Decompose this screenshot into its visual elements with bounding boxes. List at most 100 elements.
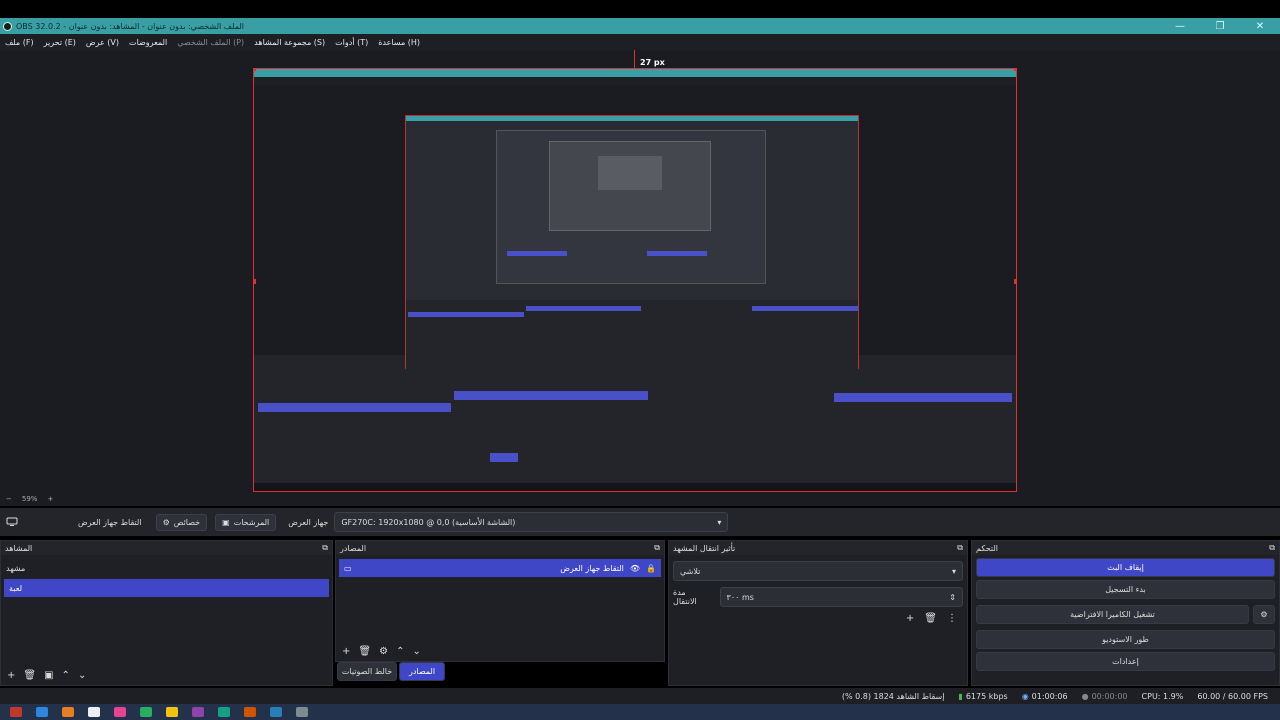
eye-icon[interactable]: 👁 — [630, 564, 640, 573]
undock-icon[interactable]: ⧉ — [654, 543, 660, 553]
scene-item-selected[interactable]: لعبة — [4, 579, 329, 597]
resize-handle[interactable] — [1014, 279, 1016, 284]
app-icon[interactable] — [62, 707, 74, 717]
move-up-icon[interactable]: ⌃ — [62, 670, 70, 681]
virtual-cam-settings-button[interactable]: ⚙ — [1253, 605, 1275, 624]
app-icon[interactable] — [140, 707, 152, 717]
app-icon[interactable] — [166, 707, 178, 717]
undock-icon[interactable]: ⧉ — [1269, 543, 1275, 553]
stop-stream-button[interactable]: إيقاف البث — [976, 558, 1275, 577]
record-timer: ● 00:00:00 — [1082, 692, 1128, 701]
bitrate-indicator: ▮ 6175 kbps — [958, 692, 1007, 701]
menu-scene-collection[interactable]: مجموعة المشاهد (S) — [254, 38, 325, 47]
signal-icon: ▮ — [958, 691, 963, 701]
menu-view[interactable]: عرض (V) — [86, 38, 119, 47]
move-down-icon[interactable]: ⌄ — [412, 646, 420, 657]
sources-header: المصادر ⧉ — [336, 541, 664, 555]
resize-handle[interactable] — [254, 69, 256, 71]
window-controls: — ❐ ✕ — [1160, 18, 1280, 34]
nested2-source-bar — [526, 306, 641, 311]
nested3-canvas — [549, 141, 711, 231]
nested-source-selected — [454, 391, 648, 400]
chevron-down-icon: ▾ — [717, 517, 722, 527]
close-button[interactable]: ✕ — [1240, 18, 1280, 34]
undock-icon[interactable]: ⧉ — [322, 543, 328, 553]
tab-sources[interactable]: المصادر — [399, 662, 445, 681]
display-select-value: GF270C: 1920x1080 @ 0,0 (الشاشة الأساسية… — [341, 517, 516, 527]
os-taskbar — [0, 704, 1280, 720]
status-bar: إسقاط الشاهد 1824 (0.8 %) ▮ 6175 kbps ◉ … — [0, 688, 1280, 704]
transition-select[interactable]: تلاشي ▾ — [673, 561, 963, 581]
app-icon[interactable] — [192, 707, 204, 717]
app-icon[interactable] — [244, 707, 256, 717]
screen-top-band — [0, 0, 1280, 18]
scene-filters-icon[interactable]: ▣ — [44, 670, 53, 681]
menu-profile[interactable]: الملف الشخصي (P) — [177, 38, 244, 47]
remove-scene-icon[interactable]: 🗑 — [23, 670, 36, 681]
transition-value: تلاشي — [680, 566, 701, 576]
move-down-icon[interactable]: ⌄ — [78, 670, 86, 681]
gear-icon[interactable]: ⚙ — [379, 646, 388, 657]
add-source-icon[interactable]: + — [342, 646, 350, 657]
scenes-dock: المشاهد ⧉ مشهد لعبة + 🗑 ▣ ⌃ ⌄ — [0, 540, 333, 686]
more-icon[interactable]: ⋮ — [947, 613, 957, 624]
menu-tools[interactable]: أدوات (T) — [335, 38, 368, 47]
menu-help[interactable]: مساعدة (H) — [378, 38, 420, 47]
app-icon[interactable] — [114, 707, 126, 717]
add-scene-icon[interactable]: + — [7, 670, 15, 681]
nested-scene-selected — [258, 403, 451, 412]
menu-docks[interactable]: المعروضات — [129, 38, 167, 47]
resize-handle[interactable] — [1014, 69, 1016, 71]
nested-dock — [254, 369, 1016, 491]
nested4-canvas — [598, 156, 662, 190]
menu-file[interactable]: ملف (F) — [5, 38, 34, 47]
duration-spinbox[interactable]: ٣٠٠ ms ⇕ — [719, 587, 963, 607]
window-titlebar: OBS 32.0.2 - الملف الشخصي: بدون عنوان - … — [0, 18, 1280, 34]
app-icon[interactable] — [10, 707, 22, 717]
remove-transition-icon[interactable]: 🗑 — [924, 613, 937, 624]
cpu-usage: CPU: 1.9% — [1141, 691, 1184, 701]
nested2-scene-bar — [408, 312, 524, 317]
zoom-out-button[interactable]: − — [6, 495, 12, 503]
duration-value: ٣٠٠ ms — [726, 592, 754, 602]
settings-button[interactable]: إعدادات — [976, 652, 1275, 671]
zoom-in-button[interactable]: + — [47, 495, 53, 503]
gear-icon: ⚙ — [162, 517, 170, 527]
tab-audio-mixer[interactable]: خالط الصوتيات — [337, 662, 397, 681]
undock-icon[interactable]: ⧉ — [957, 543, 963, 553]
menu-edit[interactable]: تحرير (E) — [44, 38, 76, 47]
filters-button[interactable]: ▣ المرشحات — [215, 513, 277, 531]
app-icon[interactable] — [270, 707, 282, 717]
studio-mode-button[interactable]: طور الاستوديو — [976, 630, 1275, 649]
preview-canvas[interactable] — [253, 68, 1017, 492]
display-select[interactable]: GF270C: 1920x1080 @ 0,0 (الشاشة الأساسية… — [334, 512, 729, 532]
dropped-frames: إسقاط الشاهد 1824 (0.8 %) — [841, 691, 945, 701]
virtual-cam-button[interactable]: تشغيل الكاميرا الافتراضية — [976, 605, 1249, 624]
virtual-cam-row: تشغيل الكاميرا الافتراضية ⚙ — [972, 602, 1279, 627]
current-source-name: التقاط جهاز العرض — [78, 517, 142, 527]
properties-button[interactable]: ⚙ خصائص — [155, 513, 208, 531]
source-toolbar: التقاط جهاز العرض ⚙ خصائص ▣ المرشحات جها… — [0, 508, 1280, 536]
nested-canvas — [405, 115, 859, 370]
start-record-button[interactable]: بدء التسجيل — [976, 580, 1275, 599]
filters-label: المرشحات — [233, 517, 270, 527]
source-item[interactable]: ▭ التقاط جهاز العرض 👁 🔒 — [339, 559, 661, 577]
nested-preview — [254, 85, 1016, 370]
scene-item[interactable]: مشهد — [1, 559, 332, 577]
app-icon[interactable] — [88, 707, 100, 717]
remove-source-icon[interactable]: 🗑 — [358, 646, 371, 657]
chevron-down-icon: ▾ — [951, 566, 956, 576]
gear-icon: ⚙ — [1260, 610, 1268, 619]
lock-icon[interactable]: 🔒 — [646, 564, 656, 573]
move-up-icon[interactable]: ⌃ — [396, 646, 404, 657]
monitor-icon: ▭ — [344, 563, 352, 573]
properties-label: خصائص — [173, 517, 201, 527]
nested-stream-button — [834, 393, 1012, 402]
add-transition-icon[interactable]: + — [906, 613, 914, 624]
minimize-button[interactable]: — — [1160, 18, 1200, 34]
app-icon[interactable] — [296, 707, 308, 717]
maximize-button[interactable]: ❐ — [1200, 18, 1240, 34]
app-icon[interactable] — [36, 707, 48, 717]
resize-handle[interactable] — [254, 279, 256, 284]
app-icon[interactable] — [218, 707, 230, 717]
